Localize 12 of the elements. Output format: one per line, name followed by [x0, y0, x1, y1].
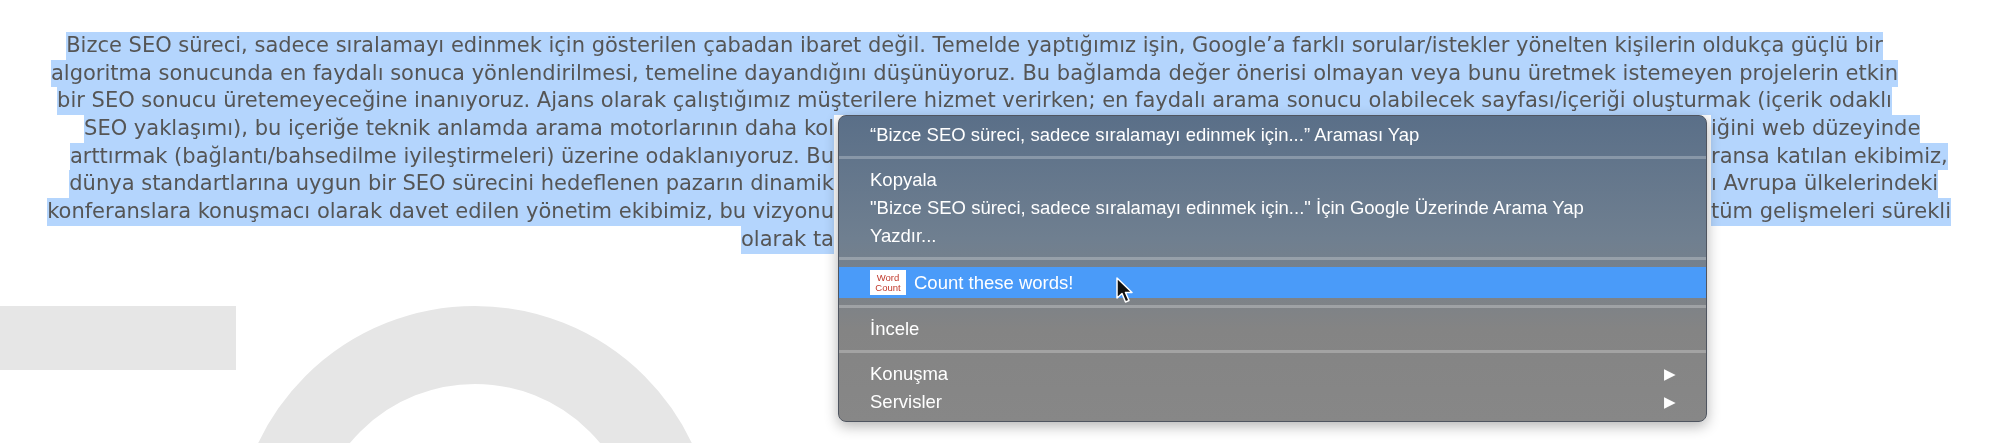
submenu-arrow: ▶: [1664, 365, 1676, 383]
menu-item[interactable]: Kopyala: [839, 166, 1706, 194]
menu-item[interactable]: Yazdır...: [839, 222, 1706, 250]
menu-item[interactable]: İncele: [839, 315, 1706, 343]
menu-item[interactable]: "Bizce SEO süreci, sadece sıralamayı edinmek için..." İçin Google Üzerinde Arama Yap: [839, 194, 1706, 222]
menu-item[interactable]: Servisler ▶: [839, 388, 1706, 416]
pointer-cursor-icon: [1116, 277, 1134, 304]
menu-item[interactable]: “Bizce SEO süreci, sadece sıralamayı edinmek için...” Araması Yap: [839, 121, 1706, 149]
menu-item[interactable]: Word Count Count these words!: [839, 267, 1706, 298]
menu-item[interactable]: Konuşma ▶: [839, 360, 1706, 388]
submenu-arrow: ▶: [1664, 393, 1676, 411]
word-count-icon: Word Count: [870, 270, 906, 295]
